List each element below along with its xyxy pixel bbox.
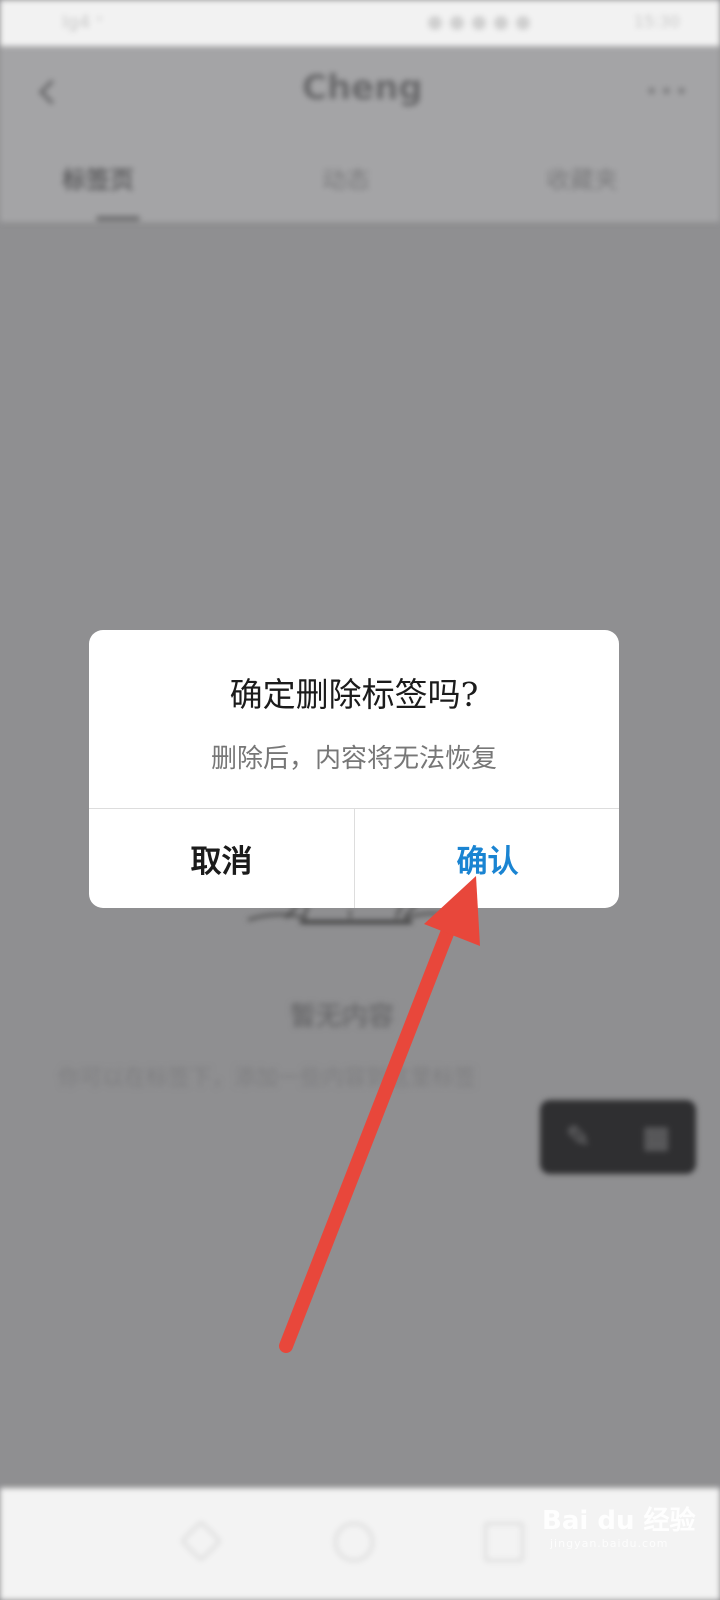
baidu-watermark: Bai du 经验 jingyan.baidu.com — [542, 1500, 696, 1550]
page-title: Cheng — [302, 68, 423, 108]
tab-favorites[interactable]: 收藏夹 — [546, 160, 618, 195]
back-icon[interactable] — [38, 79, 64, 105]
confirm-button[interactable]: 确认 — [355, 809, 619, 908]
status-icon — [450, 16, 464, 30]
empty-description: 你可以在标签下，添加一些内容到这里标签 — [58, 1066, 477, 1091]
more-icon[interactable]: ••• — [645, 80, 690, 105]
status-icon — [472, 16, 486, 30]
floating-toolbar: ✎ ▦ — [540, 1100, 696, 1174]
status-icon — [494, 16, 508, 30]
nav-recents-icon[interactable] — [484, 1522, 524, 1562]
nav-home-icon[interactable] — [334, 1522, 374, 1562]
app-header: Cheng ••• 标签页 动态 收藏夹 — [0, 46, 720, 222]
tab-feed[interactable]: 动态 — [322, 160, 370, 195]
tab-indicator — [96, 216, 140, 221]
empty-title: 暂无内容 — [290, 1002, 395, 1032]
tab-tags[interactable]: 标签页 — [62, 160, 134, 195]
grid-icon[interactable]: ▦ — [642, 1120, 670, 1155]
status-icon — [428, 16, 442, 30]
edit-icon[interactable]: ✎ — [566, 1120, 591, 1155]
status-icons — [428, 16, 578, 30]
dialog-title: 确定删除标签吗? — [229, 675, 479, 714]
delete-tag-dialog: 确定删除标签吗? 删除后，内容将无法恢复 取消 确认 — [89, 630, 619, 908]
status-signal: Ig4 ᐩ — [62, 12, 103, 33]
nav-back-icon[interactable] — [179, 1519, 223, 1563]
status-time: 15:30 — [633, 12, 680, 31]
watermark-text: Bai du 经验 — [542, 1506, 696, 1536]
dialog-message: 删除后，内容将无法恢复 — [210, 744, 497, 774]
status-bar: Ig4 ᐩ 15:30 — [0, 0, 720, 46]
watermark-subtext: jingyan.baidu.com — [550, 1537, 669, 1550]
cancel-button[interactable]: 取消 — [89, 809, 354, 908]
battery-icon — [516, 16, 530, 30]
